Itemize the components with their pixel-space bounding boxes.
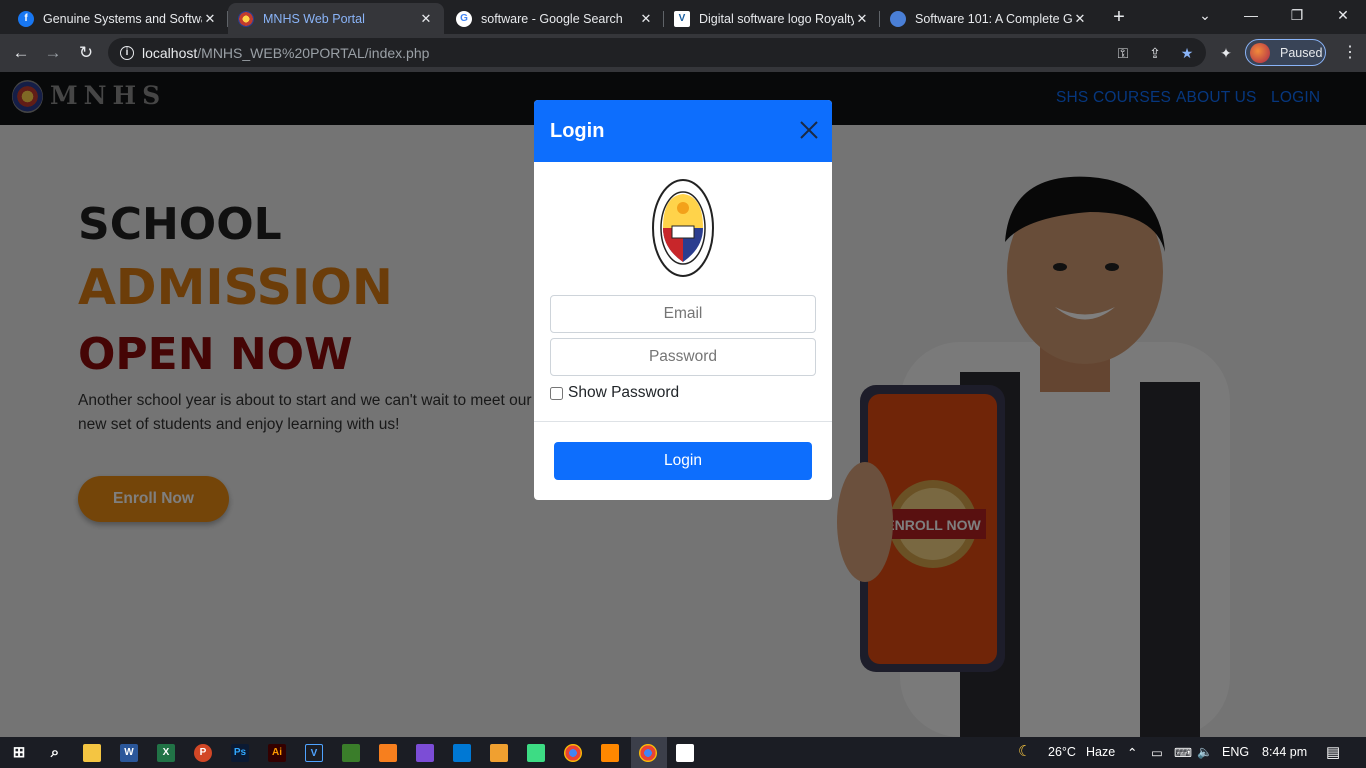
visual-studio-icon[interactable] [416, 744, 434, 762]
vector-stock-icon: V [674, 10, 690, 27]
language-indicator[interactable]: ENG [1222, 745, 1249, 759]
google-icon: G [456, 10, 472, 27]
volume-icon[interactable]: 🔈 [1197, 745, 1213, 760]
show-password-toggle[interactable]: Show Password [550, 384, 679, 402]
illustrator-icon[interactable]: Ai [268, 744, 286, 762]
tab-genuine-systems[interactable]: f Genuine Systems and Softwa ✕ [8, 3, 228, 34]
browser-toolbar: ← → ↻ i localhost/MNHS_WEB%20PORTAL/inde… [0, 34, 1366, 72]
vectorize-app-icon[interactable]: V [305, 744, 323, 762]
windows-taskbar: ⊞ ⌕ W X P Ps Ai V ☾ 26°C Haze ⌃ ▭ ⌨ 🔈 EN… [0, 737, 1366, 768]
close-window-button[interactable]: ✕ [1320, 0, 1366, 32]
photoshop-icon[interactable]: Ps [231, 744, 249, 762]
network-icon[interactable]: ⌨ [1174, 745, 1192, 760]
modal-title: Login [550, 119, 605, 142]
tab-title: Genuine Systems and Softwa [43, 11, 202, 26]
tab-google-search[interactable]: G software - Google Search ✕ [446, 3, 664, 34]
weather-temp[interactable]: 26°C [1048, 745, 1076, 759]
profile-button[interactable]: Paused [1245, 39, 1326, 66]
weather-desc[interactable]: Haze [1086, 745, 1115, 759]
avatar [1250, 42, 1270, 63]
bookmark-star-icon[interactable]: ★ [1176, 43, 1198, 63]
excel-icon[interactable]: X [157, 744, 175, 762]
tab-title: software - Google Search [481, 11, 623, 26]
tab-mnhs-web-portal[interactable]: MNHS Web Portal ✕ [228, 3, 444, 34]
key-icon[interactable]: ⚿ [1112, 43, 1134, 63]
forward-button[interactable]: → [40, 40, 66, 66]
word-icon[interactable]: W [120, 744, 138, 762]
browser-tab-strip: f Genuine Systems and Softwa ✕ MNHS Web … [0, 0, 1366, 34]
reload-button[interactable]: ↻ [73, 40, 99, 66]
tray-chevron-up-icon[interactable]: ⌃ [1127, 745, 1137, 760]
email-field[interactable] [550, 295, 816, 333]
kebab-menu-icon[interactable]: ⋮ [1342, 43, 1358, 63]
android-studio-icon[interactable] [527, 744, 545, 762]
globe-icon [890, 10, 906, 27]
minimize-button[interactable]: — [1228, 0, 1274, 32]
notifications-icon[interactable]: ▤ [1326, 743, 1340, 761]
close-tab-icon[interactable]: ✕ [854, 11, 870, 27]
vlc-icon[interactable] [601, 744, 619, 762]
chrome-active-icon[interactable] [639, 744, 657, 762]
tab-search-chevron-icon[interactable]: ⌄ [1182, 0, 1228, 32]
site-info-icon[interactable]: i [120, 45, 134, 60]
back-button[interactable]: ← [8, 40, 34, 66]
windows-start-icon[interactable]: ⊞ [10, 744, 28, 762]
close-tab-icon[interactable]: ✕ [1072, 11, 1088, 27]
photos-icon[interactable] [676, 744, 694, 762]
sublime-text-icon[interactable] [490, 744, 508, 762]
file-explorer-icon[interactable] [83, 744, 101, 762]
tab-title: MNHS Web Portal [263, 11, 365, 26]
extensions-puzzle-icon[interactable]: ✦ [1215, 43, 1237, 63]
xampp-icon[interactable] [379, 744, 397, 762]
close-tab-icon[interactable]: ✕ [202, 11, 218, 27]
show-password-label: Show Password [568, 384, 680, 401]
tab-software-101[interactable]: Software 101: A Complete Gu ✕ [880, 3, 1098, 34]
share-icon[interactable]: ⇪ [1144, 43, 1166, 63]
school-seal-icon [652, 179, 714, 277]
facebook-icon: f [18, 10, 34, 27]
login-modal: Login Show Password Login [534, 100, 832, 500]
tab-title: Digital software logo Royalty [699, 11, 854, 26]
modal-header: Login [534, 100, 832, 162]
search-icon[interactable]: ⌕ [46, 744, 64, 762]
profile-status: Paused [1280, 45, 1323, 60]
password-field[interactable] [550, 338, 816, 376]
weather-moon-icon[interactable]: ☾ [1018, 742, 1031, 760]
address-bar[interactable]: i localhost/MNHS_WEB%20PORTAL/index.php [108, 38, 1206, 67]
show-password-checkbox[interactable] [550, 386, 563, 400]
school-seal-icon [238, 10, 254, 27]
chrome-icon[interactable] [564, 744, 582, 762]
url-path: /MNHS_WEB%20PORTAL/index.php [197, 44, 430, 61]
new-tab-button[interactable]: + [1107, 6, 1131, 28]
restore-button[interactable]: ❐ [1274, 0, 1320, 32]
modal-divider [534, 421, 832, 422]
close-tab-icon[interactable]: ✕ [418, 11, 434, 27]
python-icon[interactable] [342, 744, 360, 762]
url-host: localhost [142, 44, 198, 61]
battery-icon[interactable]: ▭ [1151, 745, 1163, 760]
login-submit-button[interactable]: Login [554, 442, 812, 480]
tab-digital-software-logo[interactable]: V Digital software logo Royalty ✕ [664, 3, 880, 34]
powerpoint-icon[interactable]: P [194, 744, 212, 762]
tab-title: Software 101: A Complete Gu [915, 11, 1072, 26]
close-tab-icon[interactable]: ✕ [638, 11, 654, 27]
clock[interactable]: 8:44 pm [1262, 745, 1307, 759]
vscode-icon[interactable] [453, 744, 471, 762]
close-icon[interactable] [800, 121, 818, 139]
